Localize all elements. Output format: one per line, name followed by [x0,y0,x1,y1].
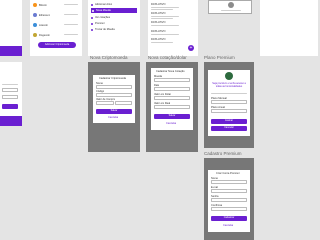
subscribe-button[interactable]: Assinar [211,119,247,124]
premium-heading: Seja premium e tenha acesso a todas as f… [212,82,246,88]
menu-item[interactable]: Adicionar Ativo [91,2,137,7]
signup-button[interactable]: Cadastrar [211,216,247,221]
name-field[interactable] [96,85,132,89]
cancel-link[interactable]: Cancelar [223,224,233,227]
logo-icon [228,2,234,8]
plan-field[interactable] [211,100,247,104]
quantity-field[interactable] [115,101,132,105]
menu-item[interactable]: Premium [91,21,137,26]
real-field[interactable] [154,105,190,109]
tooltip-card [208,0,252,14]
plan-field[interactable] [211,109,247,113]
label-cadastro-premium: Cadastro Premium [204,151,242,156]
tx-item: DATA ATIVO [151,21,166,24]
password-field[interactable] [211,198,247,202]
menu-item[interactable]: Ver cotações [91,15,137,20]
currency-field[interactable] [154,78,190,82]
purple-bar [0,46,22,56]
coin-name: Litecoin [39,23,48,27]
form-title: Cadastrar Criptomoeda [99,77,126,80]
dogecoin-icon [33,33,37,37]
menu-item[interactable]: Trocar de Moeda [91,27,137,32]
coin-name: Bitcoin [39,3,47,7]
cancel-link[interactable]: Cancelar [108,116,118,119]
blank-screen [260,0,318,56]
save-button[interactable]: Salvar [154,114,190,119]
purple-bar [0,116,22,126]
frame-cadastro-premium: Criar Conta Premium Nome E-mail Senha Co… [204,158,254,240]
screen-left-partial-top [0,0,22,56]
coin-name: Dogecoin [39,33,50,37]
label-nova-cotacao: Nova cotação/dolar [148,55,187,60]
value-field[interactable] [96,101,114,105]
form-card: Cadastrar Nova Cotação Moeda Data Valor … [151,68,193,130]
ethereum-icon [33,13,37,17]
bitcoin-icon [33,3,37,7]
premium-card: Seja premium e tenha acesso a todas as f… [208,70,250,136]
tx-item: DATA ATIVO [151,12,166,15]
cancel-link[interactable]: Cancelar [166,122,176,125]
form-title: Criar Conta Premium [216,172,241,175]
tx-item: DATA ATIVO [151,38,166,41]
cancel-button[interactable]: Cancelar [211,126,247,131]
wallet-screen: Bitcoin Ethereum Litecoin Dogecoin Adici… [30,0,82,56]
litecoin-icon [33,23,37,27]
menu-screen: Adicionar Ativo Nova Moeda Ver cotações … [88,0,140,56]
code-field[interactable] [96,93,132,97]
date-field[interactable] [154,87,190,91]
signup-card: Criar Conta Premium Nome E-mail Senha Co… [208,170,250,232]
form-title: Cadastrar Nova Cotação [156,70,185,73]
tx-item: DATA ATIVO [151,30,166,33]
frame-plano-premium: Seja premium e tenha acesso a todas as f… [204,62,254,148]
label-plano-premium: Plano Premium [204,55,235,60]
form-card: Cadastrar Criptomoeda Nome Código Valor … [93,75,135,123]
confirm-field[interactable] [211,207,247,211]
frame-nova-criptomoeda: Cadastrar Criptomoeda Nome Código Valor … [88,62,140,152]
add-crypto-button[interactable]: Adicionar Criptomoeda [38,42,76,48]
frame-nova-cotacao: Cadastrar Nova Cotação Moeda Data Valor … [146,62,198,152]
menu-item-active[interactable]: Nova Moeda [91,8,137,13]
coin-name: Ethereum [39,13,51,17]
save-button[interactable]: Salvar [96,109,132,114]
transactions-screen: DATA ATIVO DATA ATIVO DATA ATIVO DATA AT… [148,0,198,56]
screen-left-partial-mid [0,62,22,126]
email-field[interactable] [211,189,247,193]
premium-logo-icon [225,72,233,80]
name-field[interactable] [211,180,247,184]
tx-item: DATA ATIVO [151,3,166,6]
dollar-field[interactable] [154,96,190,100]
add-fab-icon[interactable]: + [188,45,194,51]
label-nova-criptomoeda: Nova Criptomoeda [90,55,128,60]
